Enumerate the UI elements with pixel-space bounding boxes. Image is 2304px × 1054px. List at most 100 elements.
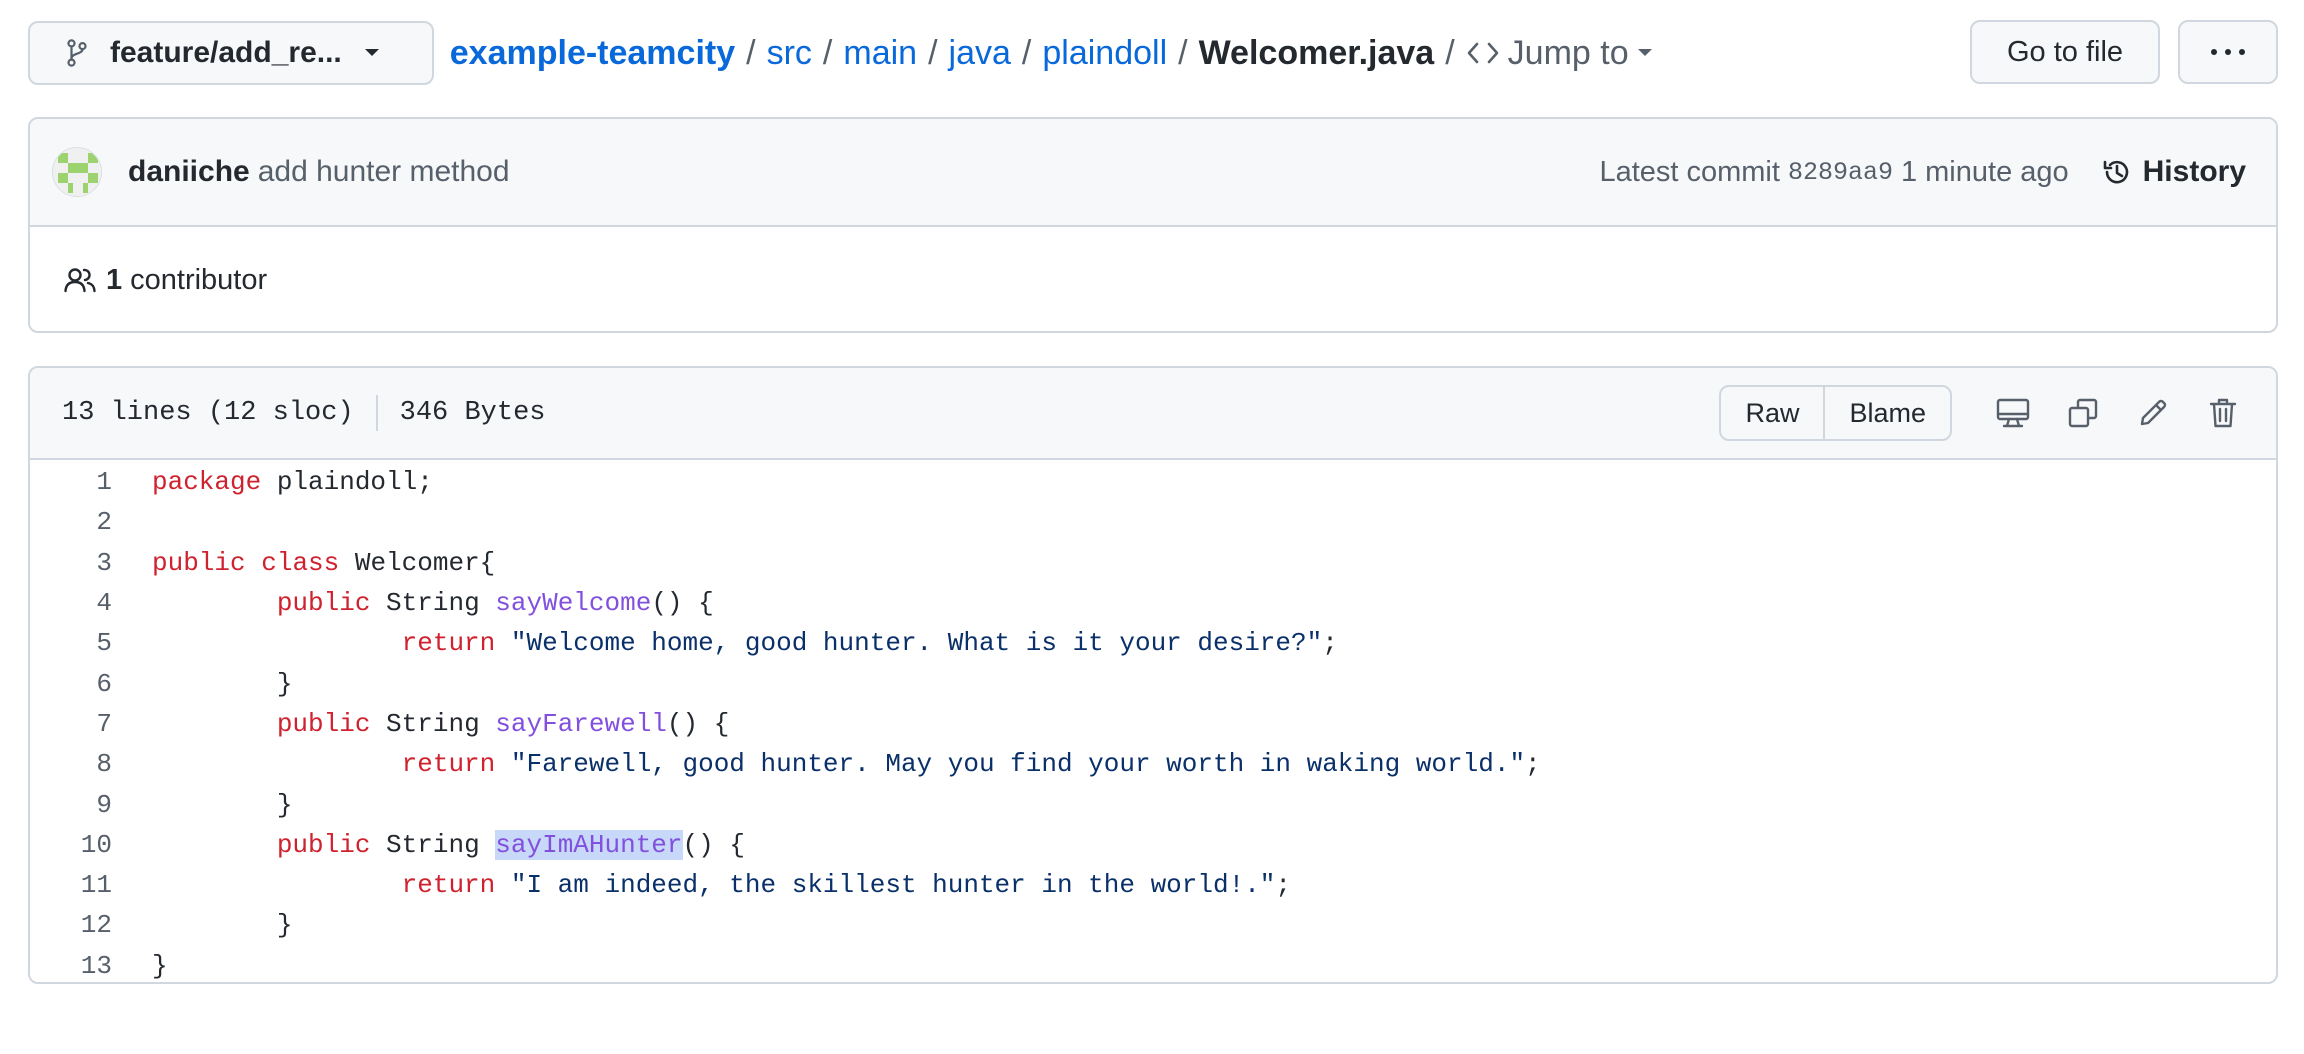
contributors-label: contributor — [130, 263, 268, 296]
line-content: public String sayImAHunter() { — [112, 829, 745, 860]
contributors-row[interactable]: 1 contributor — [30, 227, 2276, 331]
code-icon — [1467, 42, 1498, 64]
branch-selector-button[interactable]: feature/add_re... — [28, 21, 434, 85]
desktop-open-button[interactable] — [1984, 385, 2042, 441]
line-number[interactable]: 7 — [30, 709, 112, 739]
code-token: ; — [1322, 628, 1338, 659]
line-number[interactable]: 9 — [30, 790, 112, 820]
code-line: 10 public String sayImAHunter() { — [30, 825, 2276, 865]
breadcrumb-java-link[interactable]: java — [949, 34, 1011, 73]
code-token: package — [152, 467, 262, 498]
identicon-icon — [53, 148, 101, 196]
code-token: ; — [1275, 870, 1292, 901]
raw-blame-group: Raw Blame — [1719, 385, 1952, 441]
code-token: } — [152, 950, 168, 981]
code-token: "I am indeed, the skillest hunter in the… — [510, 870, 1276, 901]
code-token: ; — [1525, 749, 1541, 780]
avatar[interactable] — [52, 147, 102, 197]
breadcrumb-separator: / — [746, 33, 756, 72]
history-icon — [2103, 160, 2128, 184]
code-token: class — [261, 547, 340, 578]
code-token: String — [370, 829, 496, 860]
line-content: } — [112, 668, 293, 699]
commit-meta: Latest commit 8289aa9 1 minute ago Histo… — [1599, 119, 2246, 225]
desktop-icon — [1996, 398, 2030, 428]
code-token: public — [276, 588, 371, 619]
history-link[interactable]: History — [2101, 155, 2246, 189]
line-number[interactable]: 5 — [30, 628, 112, 658]
breadcrumb-separator: / — [1445, 33, 1455, 72]
commit-time: 1 minute ago — [1900, 155, 2069, 188]
copy-icon — [2068, 398, 2098, 428]
line-number[interactable]: 1 — [30, 467, 112, 497]
line-content: public String sayWelcome() { — [112, 588, 714, 618]
edit-file-button[interactable] — [2124, 385, 2182, 441]
code-line: 13} — [30, 946, 2276, 982]
breadcrumb-separator: / — [1178, 33, 1188, 72]
contributors-count: 1 — [106, 263, 123, 296]
code-token: return — [401, 749, 496, 780]
raw-button[interactable]: Raw — [1721, 387, 1823, 439]
code-token: sayFarewell — [495, 708, 667, 739]
code-line: 3 public class Welcomer{ — [30, 543, 2276, 583]
breadcrumb-current-file: Welcomer.java — [1198, 33, 1435, 72]
line-number[interactable]: 13 — [30, 951, 112, 981]
line-content: public String sayFarewell() { — [112, 708, 730, 739]
code-token: } — [152, 668, 293, 699]
line-content: public class Welcomer{ — [112, 548, 495, 578]
line-number[interactable]: 8 — [30, 749, 112, 779]
caret-down-icon — [1637, 49, 1652, 56]
commit-author-link[interactable]: daniiche — [128, 155, 250, 189]
commit-message-link[interactable]: add hunter method — [258, 155, 510, 189]
history-label: History — [2142, 155, 2246, 188]
line-number[interactable]: 6 — [30, 669, 112, 699]
code-line: 11 return "I am indeed, the skillest hun… — [30, 865, 2276, 905]
line-number[interactable]: 4 — [30, 588, 112, 618]
kebab-horizontal-icon — [2211, 49, 2245, 55]
breadcrumb-separator: / — [1021, 33, 1032, 72]
code-token: sayImAHunter — [495, 829, 683, 860]
line-number[interactable]: 2 — [30, 507, 112, 537]
code-token: public — [276, 829, 371, 860]
breadcrumb-repo-link[interactable]: example-teamcity — [450, 34, 735, 73]
people-icon — [64, 268, 96, 293]
line-content: } — [112, 951, 168, 981]
code-line: 2 — [30, 502, 2276, 542]
code-line: 8 return "Farewell, good hunter. May you… — [30, 744, 2276, 784]
file-navigation-bar: feature/add_re... example-teamcity / src… — [28, 20, 2278, 86]
code-token: plaindoll; — [261, 467, 433, 498]
breadcrumb-separator: / — [822, 33, 833, 72]
line-number[interactable]: 11 — [30, 870, 112, 900]
code-token: sayWelcome — [495, 588, 652, 619]
jump-to-label: Jump to — [1507, 33, 1629, 72]
jump-to-dropdown[interactable]: Jump to — [1466, 34, 1661, 73]
code-view: 1 package plaindoll; 2 3 public class Welcom… — [30, 460, 2276, 982]
more-options-button[interactable] — [2178, 20, 2278, 84]
line-number[interactable]: 12 — [30, 910, 112, 940]
go-to-file-button[interactable]: Go to file — [1970, 20, 2160, 84]
code-token: public — [152, 547, 246, 578]
breadcrumb-src-link[interactable]: src — [767, 34, 812, 73]
code-token: } — [152, 910, 293, 941]
line-number[interactable]: 3 — [30, 548, 112, 578]
breadcrumb-separator: / — [928, 33, 938, 72]
caret-down-icon — [364, 49, 379, 56]
code-token: String — [370, 708, 496, 739]
file-nav-actions: Go to file — [1970, 20, 2278, 84]
code-line: 1 package plaindoll; — [30, 462, 2276, 502]
blame-button[interactable]: Blame — [1823, 387, 1950, 439]
breadcrumb-plaindoll-link[interactable]: plaindoll — [1042, 34, 1167, 73]
commit-sha-link[interactable]: 8289aa9 — [1788, 158, 1893, 187]
copy-raw-button[interactable] — [2054, 385, 2112, 441]
breadcrumb-main-link[interactable]: main — [843, 34, 917, 73]
line-content: return "Welcome home, good hunter. What … — [112, 628, 1338, 658]
divider — [375, 395, 378, 431]
file-header: 13 lines (12 sloc) 346 Bytes Raw Blame — [30, 368, 2276, 460]
delete-file-button[interactable] — [2194, 385, 2252, 441]
line-number[interactable]: 10 — [30, 830, 112, 860]
file-size: 346 Bytes — [399, 398, 546, 428]
